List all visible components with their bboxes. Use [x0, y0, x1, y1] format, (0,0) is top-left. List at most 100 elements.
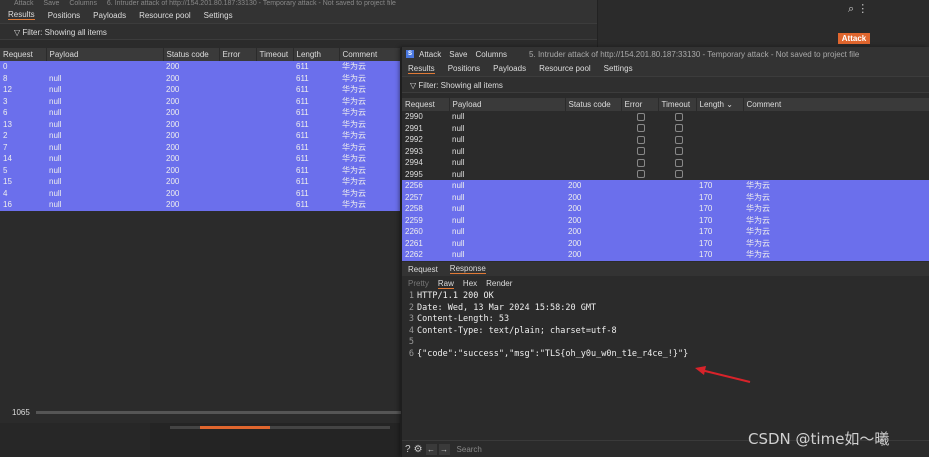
tab-resource-pool[interactable]: Resource pool	[139, 11, 191, 20]
table-row[interactable]: 2993 null	[402, 145, 929, 157]
table-row[interactable]: 2259 null 200 170 华为云	[402, 214, 929, 226]
table-cell: 170	[696, 180, 743, 192]
tab-settings[interactable]: Settings	[604, 64, 633, 73]
table-cell: 170	[696, 191, 743, 203]
gear-icon[interactable]: ⚙	[414, 444, 423, 455]
tab-hex[interactable]: Hex	[463, 279, 477, 288]
window-title-bar: Attack Save Columns 6. Intruder attack o…	[0, 0, 597, 7]
table-cell: 华为云	[339, 72, 400, 84]
tab-request[interactable]: Request	[408, 265, 438, 274]
table-row[interactable]: 2991 null	[402, 122, 929, 134]
menu-columns[interactable]: Columns	[475, 50, 507, 59]
error-checkbox	[637, 147, 645, 156]
col-status-code[interactable]: Status code	[565, 98, 622, 111]
background-scrollbar[interactable]	[170, 426, 390, 429]
error-checkbox	[637, 124, 645, 133]
tab-positions[interactable]: Positions	[448, 64, 480, 73]
table-row[interactable]: 2257 null 200 170 华为云	[402, 191, 929, 203]
menu-save[interactable]: Save	[43, 0, 59, 7]
table-row[interactable]: 2262 null 200 170 华为云	[402, 249, 929, 261]
response-line: 5	[402, 337, 929, 349]
col-timeout[interactable]: Timeout	[256, 48, 294, 61]
col-length[interactable]: Length ⌄	[696, 98, 744, 111]
response-line: 6 {"code":"success","msg":"TLS{oh_y0u_w0n…	[402, 349, 929, 361]
col-request[interactable]: Request	[402, 98, 450, 111]
table-cell	[743, 168, 929, 180]
table-row[interactable]: 4 null 200 611 华为云	[0, 187, 400, 199]
attack-button[interactable]: Attack	[838, 33, 870, 44]
tab-positions[interactable]: Positions	[48, 11, 80, 20]
table-row[interactable]: 2995 null	[402, 168, 929, 180]
col-payload[interactable]: Payload	[449, 98, 566, 111]
response-editor[interactable]: 1 HTTP/1.1 200 OK 2 Date: Wed, 13 Mar 2024 …	[402, 291, 929, 436]
col-error[interactable]: Error	[219, 48, 257, 61]
col-timeout[interactable]: Timeout	[658, 98, 697, 111]
search-icon[interactable]: ⌕ ⋮	[848, 2, 868, 16]
table-row[interactable]: 16 null 200 611 华为云	[0, 199, 400, 211]
table-cell: null	[449, 191, 565, 203]
table-cell	[219, 95, 256, 107]
table-cell: 611	[293, 84, 339, 96]
tab-raw[interactable]: Raw	[437, 279, 454, 289]
tab-pretty[interactable]: Pretty	[408, 279, 429, 288]
search-input[interactable]: Search	[457, 445, 482, 454]
next-match-button[interactable]: →	[438, 443, 450, 455]
table-cell: 2260	[402, 226, 449, 238]
table-row[interactable]: 8 null 200 611 华为云	[0, 72, 400, 84]
table-row[interactable]: 2260 null 200 170 华为云	[402, 226, 929, 238]
tab-resource-pool[interactable]: Resource pool	[539, 64, 591, 73]
table-row[interactable]: 12 null 200 611 华为云	[0, 84, 400, 96]
table-cell: 14	[0, 153, 46, 165]
table-cell	[621, 203, 658, 215]
results-table[interactable]: Request Payload Status code Error Timeou…	[0, 48, 401, 211]
help-icon[interactable]: ?	[405, 444, 411, 455]
response-line: 4 Content-Type: text/plain; charset=utf-8	[402, 326, 929, 338]
table-row[interactable]: 2261 null 200 170 华为云	[402, 237, 929, 249]
tab-payloads[interactable]: Payloads	[93, 11, 126, 20]
table-cell	[565, 157, 621, 169]
table-row[interactable]: 2992 null	[402, 134, 929, 146]
table-row[interactable]: 15 null 200 611 华为云	[0, 176, 400, 188]
col-payload[interactable]: Payload	[46, 48, 164, 61]
table-row[interactable]: 6 null 200 611 华为云	[0, 107, 400, 119]
table-row[interactable]: 13 null 200 611 华为云	[0, 118, 400, 130]
tab-results[interactable]: Results	[408, 64, 435, 74]
table-row[interactable]: 2256 null 200 170 华为云	[402, 180, 929, 192]
menu-attack[interactable]: Attack	[14, 0, 33, 7]
table-row[interactable]: 0 200 611 华为云	[0, 61, 400, 73]
col-comment[interactable]: Comment	[743, 98, 929, 111]
table-cell: 2995	[402, 168, 449, 180]
tab-settings[interactable]: Settings	[204, 11, 233, 20]
table-row[interactable]: 2258 null 200 170 华为云	[402, 203, 929, 215]
tab-render[interactable]: Render	[486, 279, 512, 288]
table-cell: 200	[565, 237, 621, 249]
filter-label: Filter: Showing all items	[418, 81, 503, 90]
col-status-code[interactable]: Status code	[163, 48, 220, 61]
menu-columns[interactable]: Columns	[69, 0, 97, 7]
table-cell	[219, 176, 256, 188]
table-row[interactable]: 2990 null	[402, 111, 929, 123]
table-row[interactable]: 14 null 200 611 华为云	[0, 153, 400, 165]
table-row[interactable]: 2 null 200 611 华为云	[0, 130, 400, 142]
tab-results[interactable]: Results	[8, 10, 35, 20]
filter-bar[interactable]: ▽ Filter: Showing all items	[402, 76, 929, 93]
filter-bar[interactable]: ▽ Filter: Showing all items	[0, 23, 597, 40]
background-scrollbar-thumb[interactable]	[200, 426, 270, 429]
tab-payloads[interactable]: Payloads	[493, 64, 526, 73]
table-row[interactable]: 7 null 200 611 华为云	[0, 141, 400, 153]
table-row[interactable]: 5 null 200 611 华为云	[0, 164, 400, 176]
table-cell: 2258	[402, 203, 449, 215]
table-row[interactable]: 2994 null	[402, 157, 929, 169]
col-length[interactable]: Length	[293, 48, 340, 61]
col-error[interactable]: Error	[621, 98, 659, 111]
table-cell	[658, 237, 696, 249]
col-comment[interactable]: Comment	[339, 48, 401, 61]
table-cell	[256, 164, 293, 176]
prev-match-button[interactable]: ←	[425, 443, 437, 455]
col-request[interactable]: Request	[0, 48, 47, 61]
table-row[interactable]: 3 null 200 611 华为云	[0, 95, 400, 107]
menu-save[interactable]: Save	[449, 50, 467, 59]
menu-attack[interactable]: Attack	[419, 50, 441, 59]
tab-response[interactable]: Response	[449, 264, 486, 274]
results-table[interactable]: Request Payload Status code Error Timeou…	[402, 98, 929, 261]
